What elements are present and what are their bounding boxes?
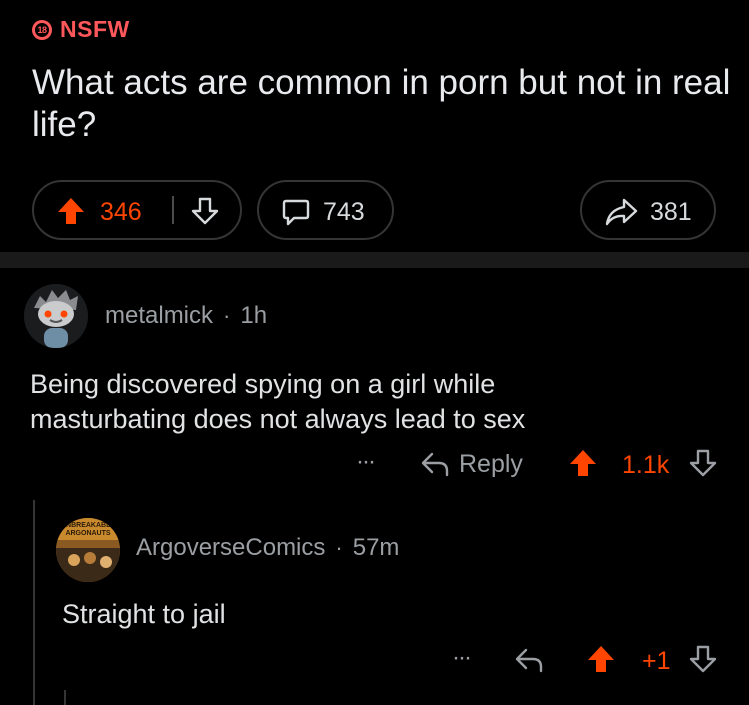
- nsfw-tag: 18 NSFW: [32, 16, 130, 43]
- comment-actions: ··· Reply 1.1k: [0, 446, 749, 486]
- share-count: 381: [650, 198, 692, 226]
- nsfw-18-icon: 18: [32, 19, 52, 40]
- comment-author[interactable]: ArgoverseComics: [136, 534, 325, 562]
- comment-age: 1h: [240, 302, 268, 329]
- share-arrow-icon: [605, 198, 638, 226]
- upvote-icon[interactable]: [56, 196, 86, 226]
- reply-arrow-icon[interactable]: [514, 646, 544, 674]
- comment-actions: ··· +1: [0, 642, 749, 682]
- downvote-icon[interactable]: [688, 644, 718, 674]
- thread-line[interactable]: [64, 690, 66, 705]
- meta-separator: ·: [335, 535, 343, 560]
- comment-age: 57m: [352, 534, 400, 561]
- comments-button[interactable]: 743: [257, 180, 394, 240]
- vote-divider: [172, 196, 174, 224]
- more-options-button[interactable]: ···: [452, 644, 472, 672]
- snoo-avatar-icon: [24, 284, 88, 348]
- comment-author[interactable]: metalmick: [105, 302, 213, 330]
- downvote-icon[interactable]: [688, 448, 718, 478]
- section-divider: [0, 252, 749, 268]
- more-options-button[interactable]: ···: [356, 448, 376, 476]
- share-button[interactable]: 381: [580, 180, 716, 240]
- nsfw-badge-text: 18: [35, 22, 49, 37]
- post-title: What acts are common in porn but not in …: [32, 63, 731, 144]
- nsfw-label: NSFW: [60, 16, 130, 42]
- comment-meta: metalmick · 1h: [105, 302, 267, 330]
- reply-button[interactable]: Reply: [459, 450, 523, 479]
- comment-score: 1.1k: [622, 451, 670, 479]
- avatar-cover-text: UNBREAKABLE ARGONAUTS: [60, 522, 116, 537]
- comment-score: +1: [642, 647, 671, 675]
- upvote-icon[interactable]: [568, 448, 598, 478]
- meta-separator: ·: [223, 303, 231, 328]
- avatar[interactable]: UNBREAKABLE ARGONAUTS: [56, 518, 120, 582]
- reply-arrow-icon: [421, 452, 449, 477]
- comment-bubble-icon: [282, 199, 310, 226]
- comment-count: 743: [323, 198, 365, 226]
- post-vote-bar: 346: [32, 180, 242, 240]
- upvote-icon[interactable]: [586, 644, 616, 674]
- downvote-icon[interactable]: [190, 196, 220, 226]
- comment-body: Straight to jail: [62, 599, 226, 629]
- post-vote-count: 346: [100, 198, 142, 226]
- comment-body: Being discovered spying on a girl while …: [30, 369, 526, 434]
- avatar[interactable]: [24, 284, 88, 348]
- comment-meta: ArgoverseComics · 57m: [136, 534, 399, 562]
